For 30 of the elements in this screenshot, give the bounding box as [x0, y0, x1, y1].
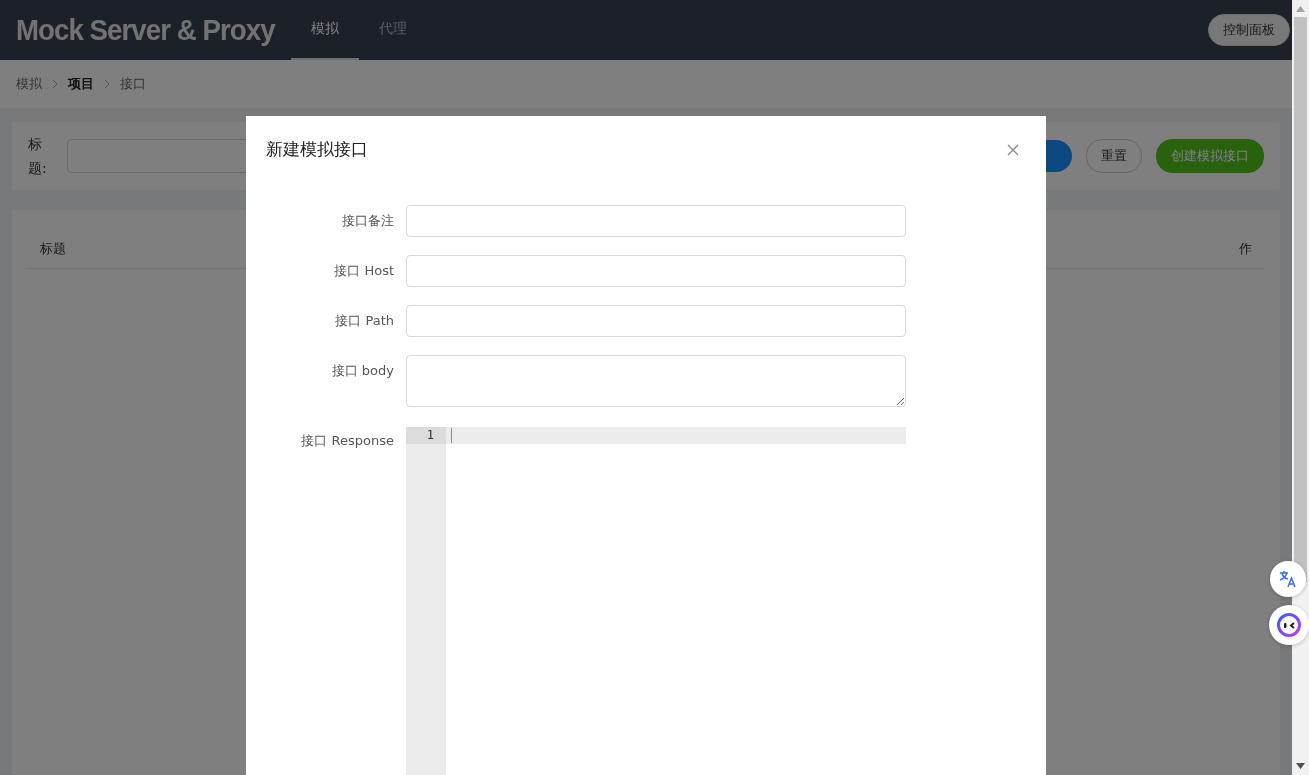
scroll-down-icon[interactable]	[1296, 763, 1305, 769]
dialog-title: 新建模拟接口	[266, 138, 368, 161]
breadcrumb-item[interactable]: 接口	[120, 75, 146, 93]
nav-tab[interactable]: 代理	[359, 0, 428, 60]
column-header: 标题	[40, 240, 66, 258]
face-icon	[1276, 612, 1302, 638]
textarea-field[interactable]	[406, 355, 906, 407]
chevron-icon	[50, 79, 60, 89]
breadcrumb-item[interactable]: 项目	[68, 75, 94, 93]
translate-icon	[1279, 570, 1297, 588]
column-header: 作	[1239, 240, 1252, 258]
scrollbar[interactable]	[1292, 0, 1309, 775]
input-field[interactable]	[406, 255, 906, 287]
line-number: 1	[406, 427, 446, 444]
field-label: 接口备注	[341, 212, 394, 230]
scroll-up-icon[interactable]	[1296, 6, 1305, 12]
input-field[interactable]	[406, 305, 906, 337]
text-cursor	[451, 428, 452, 443]
field-label: 接口 body	[330, 362, 394, 380]
chevron-icon	[102, 79, 112, 89]
close-icon[interactable]	[1007, 143, 1019, 156]
dashboard-button[interactable]: 控制面板	[1208, 14, 1290, 46]
breadcrumb-item[interactable]: 模拟	[16, 75, 42, 93]
input-field[interactable]	[406, 205, 906, 237]
app-logo: Mock Server & Proxy	[16, 13, 275, 47]
field-label: 接口 Path	[334, 312, 394, 330]
title-label: 标题:	[28, 135, 48, 178]
field-label: 接口 Response	[300, 432, 394, 450]
reset-button[interactable]: 重置	[1086, 139, 1142, 173]
field-label: 接口 Host	[333, 262, 394, 280]
